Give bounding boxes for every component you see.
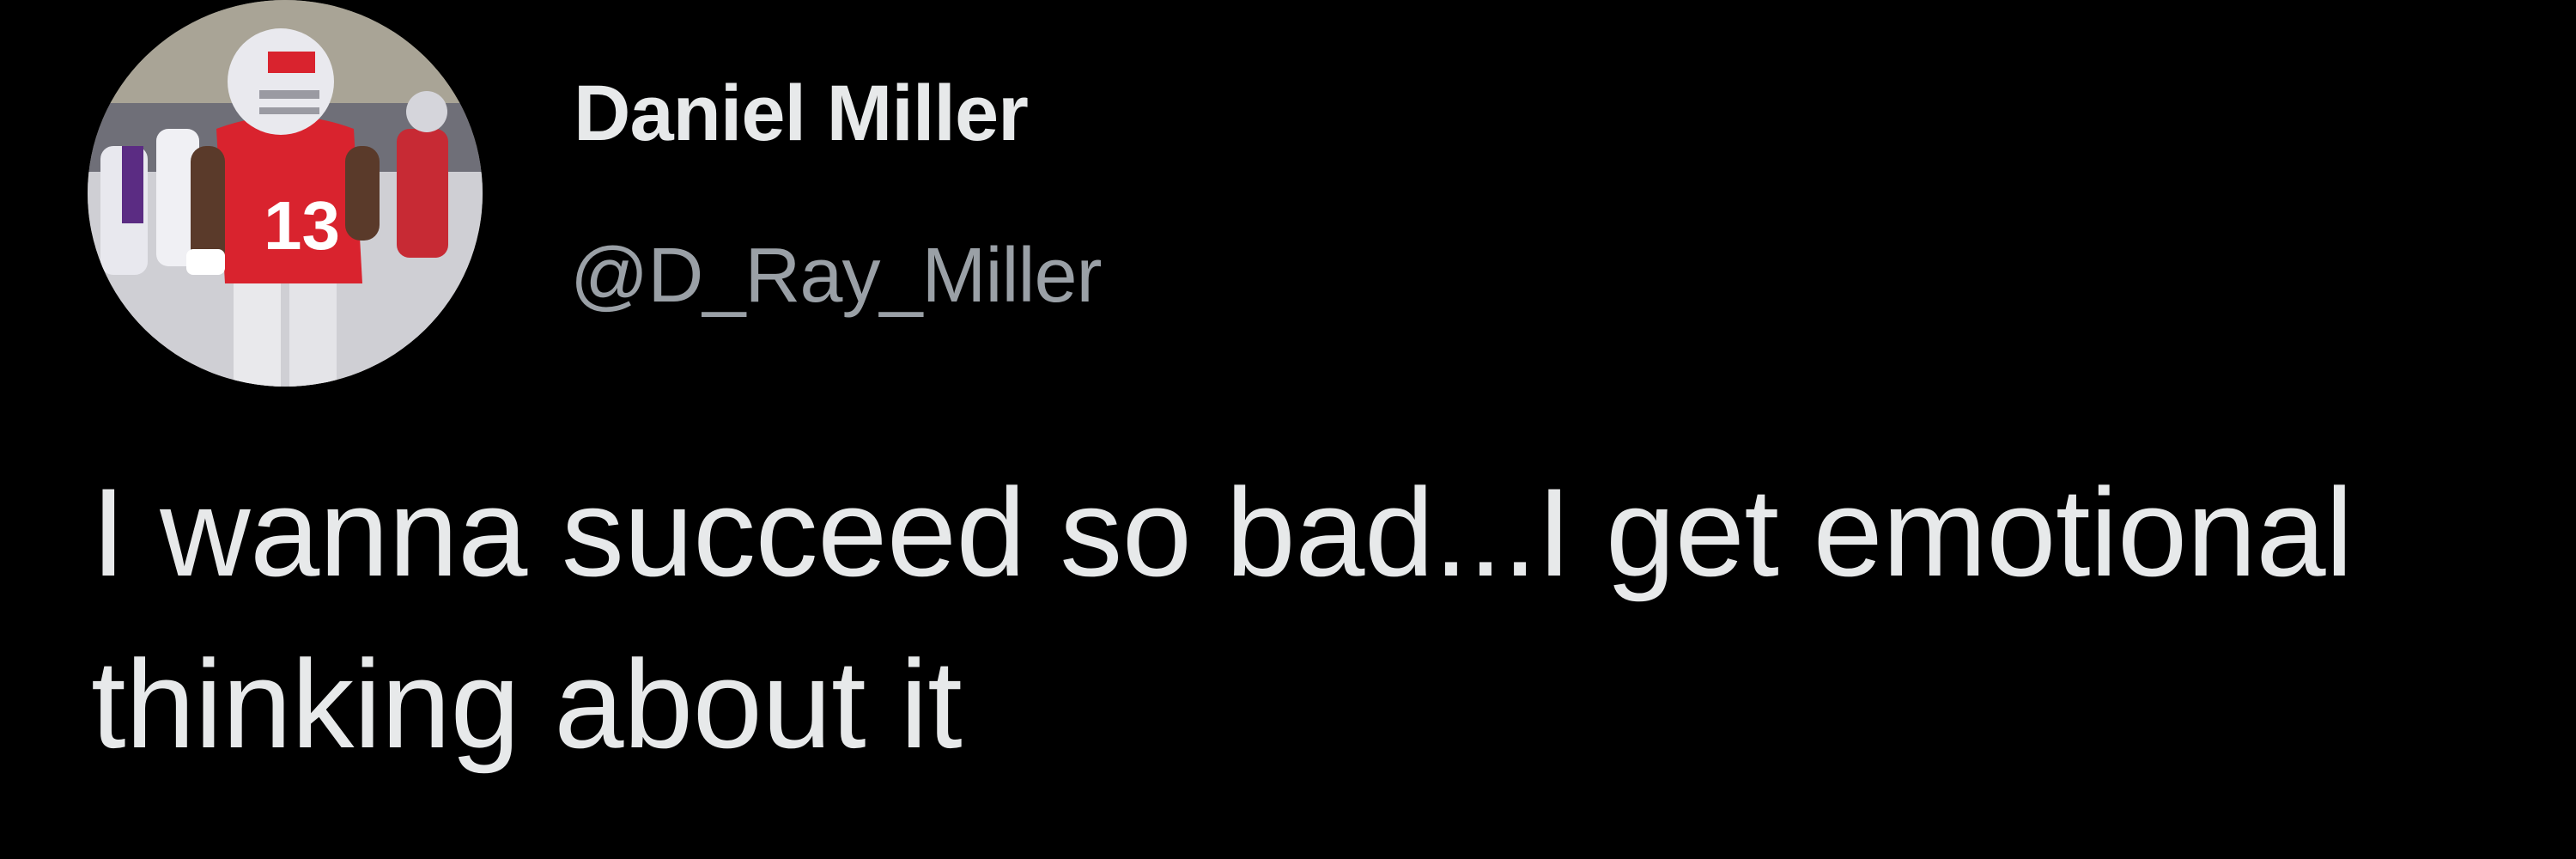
author-display-name[interactable]: Daniel Miller [574, 69, 1029, 159]
tweet-body-text: I wanna succeed so bad...I get emotional… [91, 462, 2354, 774]
tweet-card: 13 Daniel Miller @D_Ray_Miller I wanna s… [0, 0, 2576, 859]
svg-text:13: 13 [264, 187, 340, 264]
author-avatar[interactable]: 13 [88, 0, 483, 387]
author-handle[interactable]: @D_Ray_Miller [570, 232, 1102, 320]
football-player-avatar-icon: 13 [88, 0, 483, 387]
